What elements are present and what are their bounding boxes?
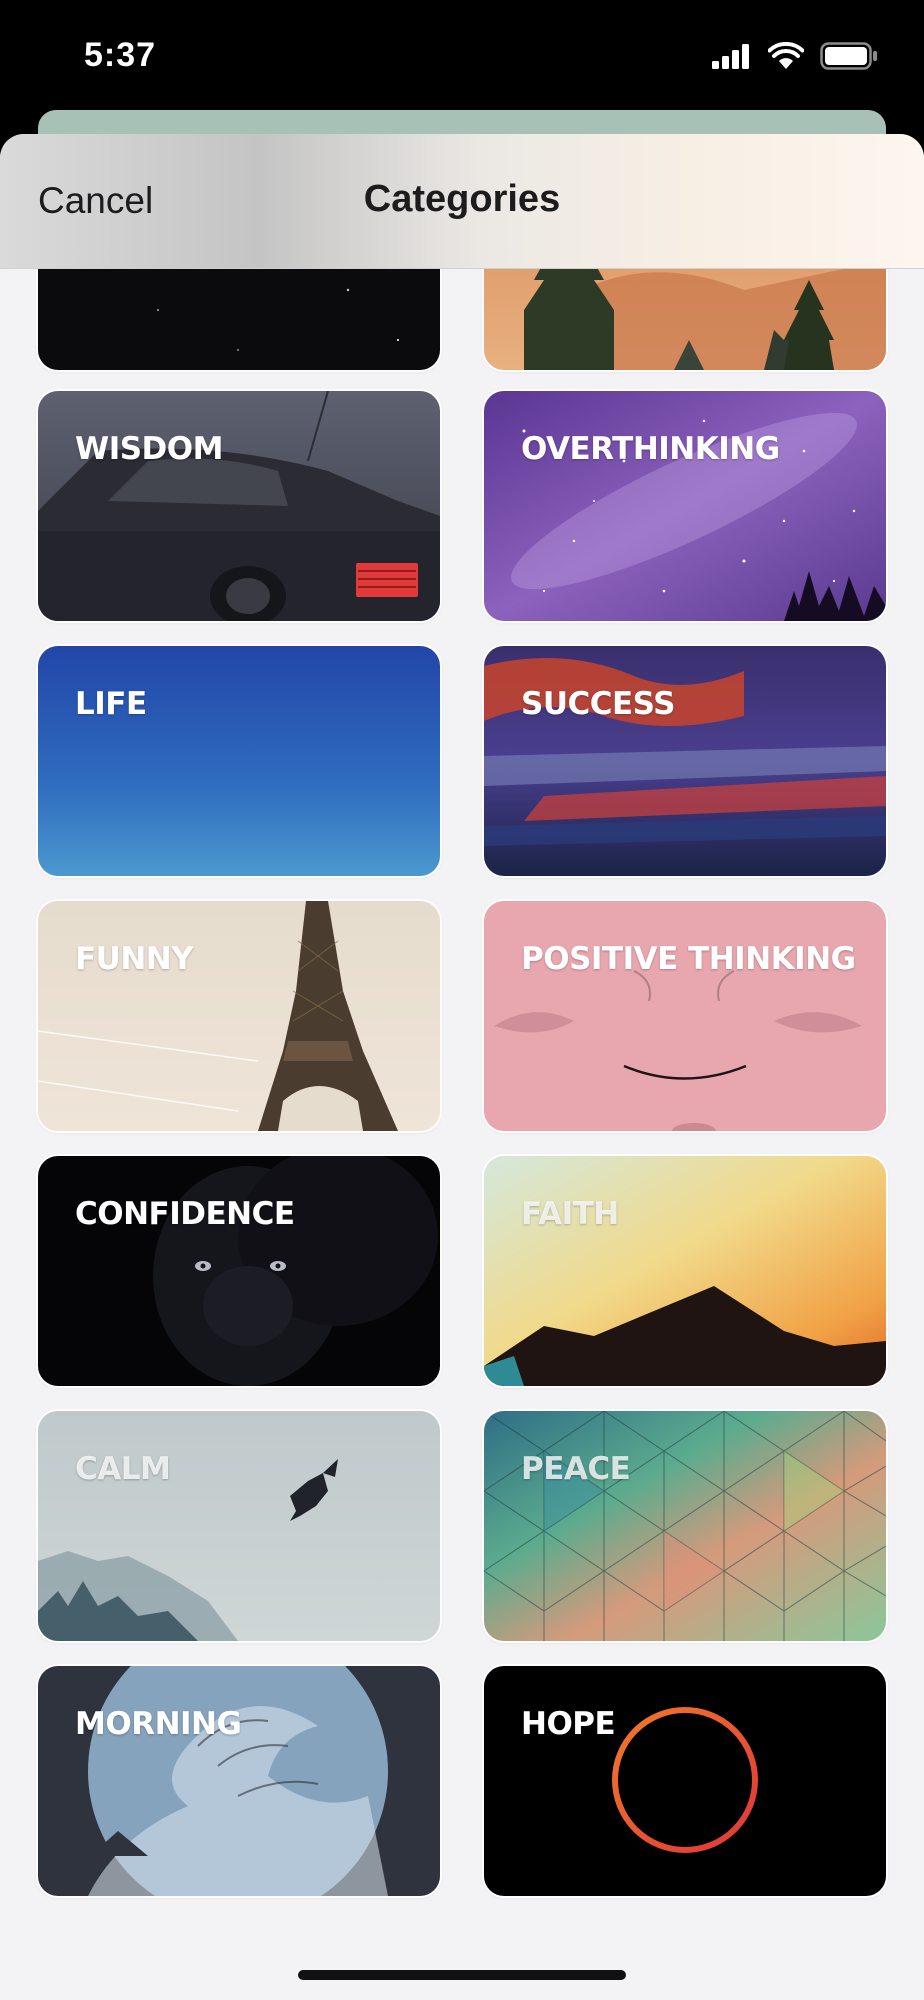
page-title: Categories xyxy=(363,178,561,220)
geometric-pattern-image xyxy=(484,1411,886,1641)
black-panther-image xyxy=(38,1156,440,1386)
category-card-success[interactable]: SUCCESS xyxy=(484,646,886,876)
category-card-wisdom[interactable]: WISDOM xyxy=(38,391,440,621)
category-card-positive-thinking[interactable]: POSITIVE THINKING xyxy=(484,901,886,1131)
navigation-bar: Cancel Categories xyxy=(0,134,924,269)
misty-eagle-image xyxy=(38,1411,440,1641)
cellular-signal-icon xyxy=(712,44,749,69)
great-wave-image xyxy=(38,1666,440,1896)
category-card-overthinking[interactable]: OVERTHINKING xyxy=(484,391,886,621)
category-card-confidence[interactable]: CONFIDENCE xyxy=(38,1156,440,1386)
blue-gradient-image xyxy=(38,646,440,876)
category-label: SUCCESS xyxy=(521,686,675,722)
category-card-funny[interactable]: FUNNY xyxy=(38,901,440,1131)
status-bar: 5:37 xyxy=(0,0,924,120)
category-label: CONFIDENCE xyxy=(75,1196,295,1232)
painted-sky-image xyxy=(484,646,886,876)
category-card-faith[interactable]: FAITH xyxy=(484,1156,886,1386)
sports-car-image xyxy=(38,391,440,621)
category-card-calm[interactable]: CALM xyxy=(38,1411,440,1641)
eiffel-tower-image xyxy=(38,901,440,1131)
category-card-life[interactable]: LIFE xyxy=(38,646,440,876)
categories-sheet: Cancel Categories WISDOM OVERTHINKING LI… xyxy=(0,134,924,2000)
status-time: 5:37 xyxy=(84,36,157,74)
category-card-morning[interactable]: MORNING xyxy=(38,1666,440,1896)
category-label: PEACE xyxy=(521,1451,631,1487)
category-label: MORNING xyxy=(75,1706,242,1742)
category-label: WISDOM xyxy=(75,431,224,467)
battery-icon xyxy=(820,42,877,70)
category-card-hope[interactable]: HOPE xyxy=(484,1666,886,1896)
category-label: OVERTHINKING xyxy=(521,431,780,467)
category-label: FAITH xyxy=(521,1196,619,1232)
smiling-face-image xyxy=(484,901,886,1131)
ring-of-light-image xyxy=(484,1666,886,1896)
mountain-sunset-image xyxy=(484,1156,886,1386)
galaxy-image xyxy=(484,391,886,621)
category-label: LIFE xyxy=(75,686,147,722)
category-label: HOPE xyxy=(521,1706,616,1742)
wifi-icon xyxy=(768,42,804,69)
category-card-peace[interactable]: PEACE xyxy=(484,1411,886,1641)
category-label: FUNNY xyxy=(75,941,194,977)
status-icons xyxy=(712,42,878,70)
category-label: POSITIVE THINKING xyxy=(521,941,856,977)
category-grid[interactable]: WISDOM OVERTHINKING LIFE SUCCESS FUNNY P… xyxy=(0,134,924,2000)
category-label: CALM xyxy=(75,1451,171,1487)
home-indicator[interactable] xyxy=(298,1970,626,1980)
